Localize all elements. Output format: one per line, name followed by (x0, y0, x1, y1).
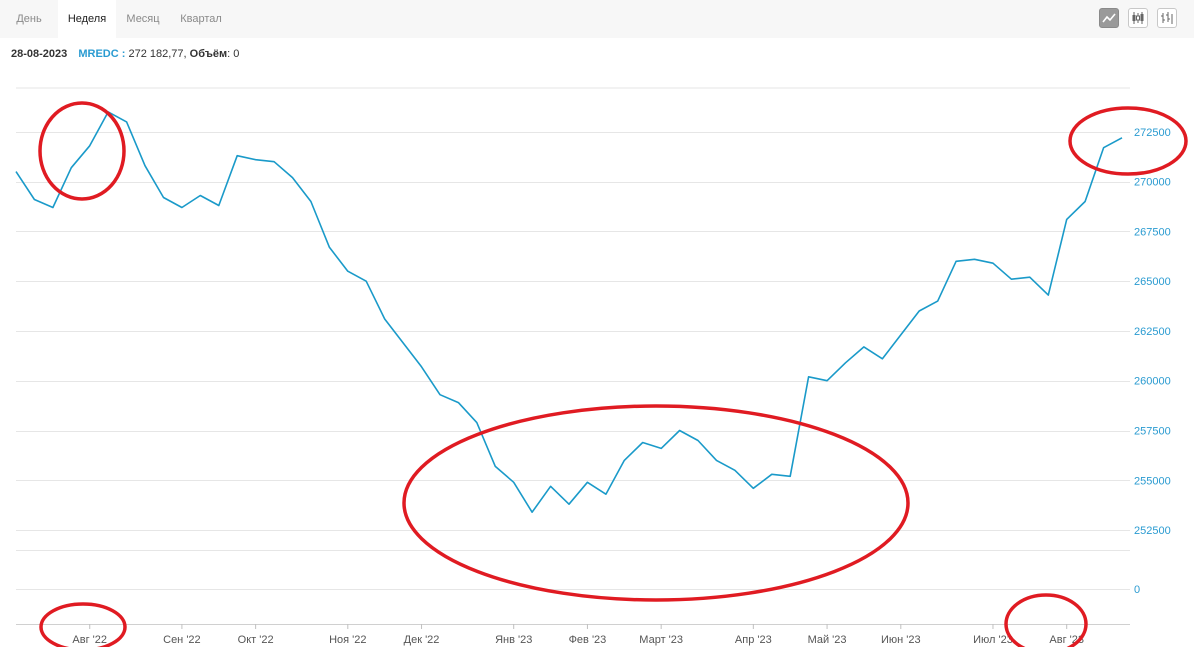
x-tick-label: Дек '22 (404, 634, 440, 646)
annotation-ellipse-trough (402, 404, 910, 602)
annotations (38, 101, 1188, 647)
y-tick-label: 257500 (1134, 426, 1171, 438)
chart-grid (16, 87, 1130, 625)
y-tick-label: 272500 (1134, 127, 1171, 139)
x-tick-label: Сен '22 (163, 634, 201, 646)
x-tick-label: Май '23 (808, 634, 847, 646)
x-tick-label: Янв '23 (495, 634, 532, 646)
annotation-ellipse-latest (1068, 106, 1188, 176)
y-tick-label: 252500 (1134, 525, 1171, 537)
x-tick-label: Фев '23 (569, 634, 607, 646)
volume-tick-label: 0 (1134, 584, 1140, 596)
annotation-ellipse-peak (38, 101, 126, 201)
x-tick-label: Июл '23 (973, 634, 1013, 646)
x-tick-label: Март '23 (639, 634, 683, 646)
y-axis: 252500 255000 257500 260000 262500 265000 2675… (1134, 127, 1171, 596)
x-axis: Авг '22 Сен '22 Окт '22 Ноя '22 Дек '22 Янв '… (72, 624, 1084, 646)
y-tick-label: 260000 (1134, 376, 1171, 388)
y-tick-label: 262500 (1134, 326, 1171, 338)
x-tick-label: Окт '22 (238, 634, 274, 646)
y-tick-label: 270000 (1134, 177, 1171, 189)
x-tick-label: Ноя '22 (329, 634, 366, 646)
series-line (15, 111, 1123, 513)
y-tick-label: 265000 (1134, 276, 1171, 288)
y-tick-label: 267500 (1134, 226, 1171, 238)
x-tick-label: Апр '23 (735, 634, 772, 646)
price-chart: 252500 255000 257500 260000 262500 265000 2675… (15, 87, 1188, 647)
y-tick-label: 255000 (1134, 475, 1171, 487)
x-tick-label: Авг '22 (72, 634, 107, 646)
x-tick-label: Июн '23 (881, 634, 921, 646)
